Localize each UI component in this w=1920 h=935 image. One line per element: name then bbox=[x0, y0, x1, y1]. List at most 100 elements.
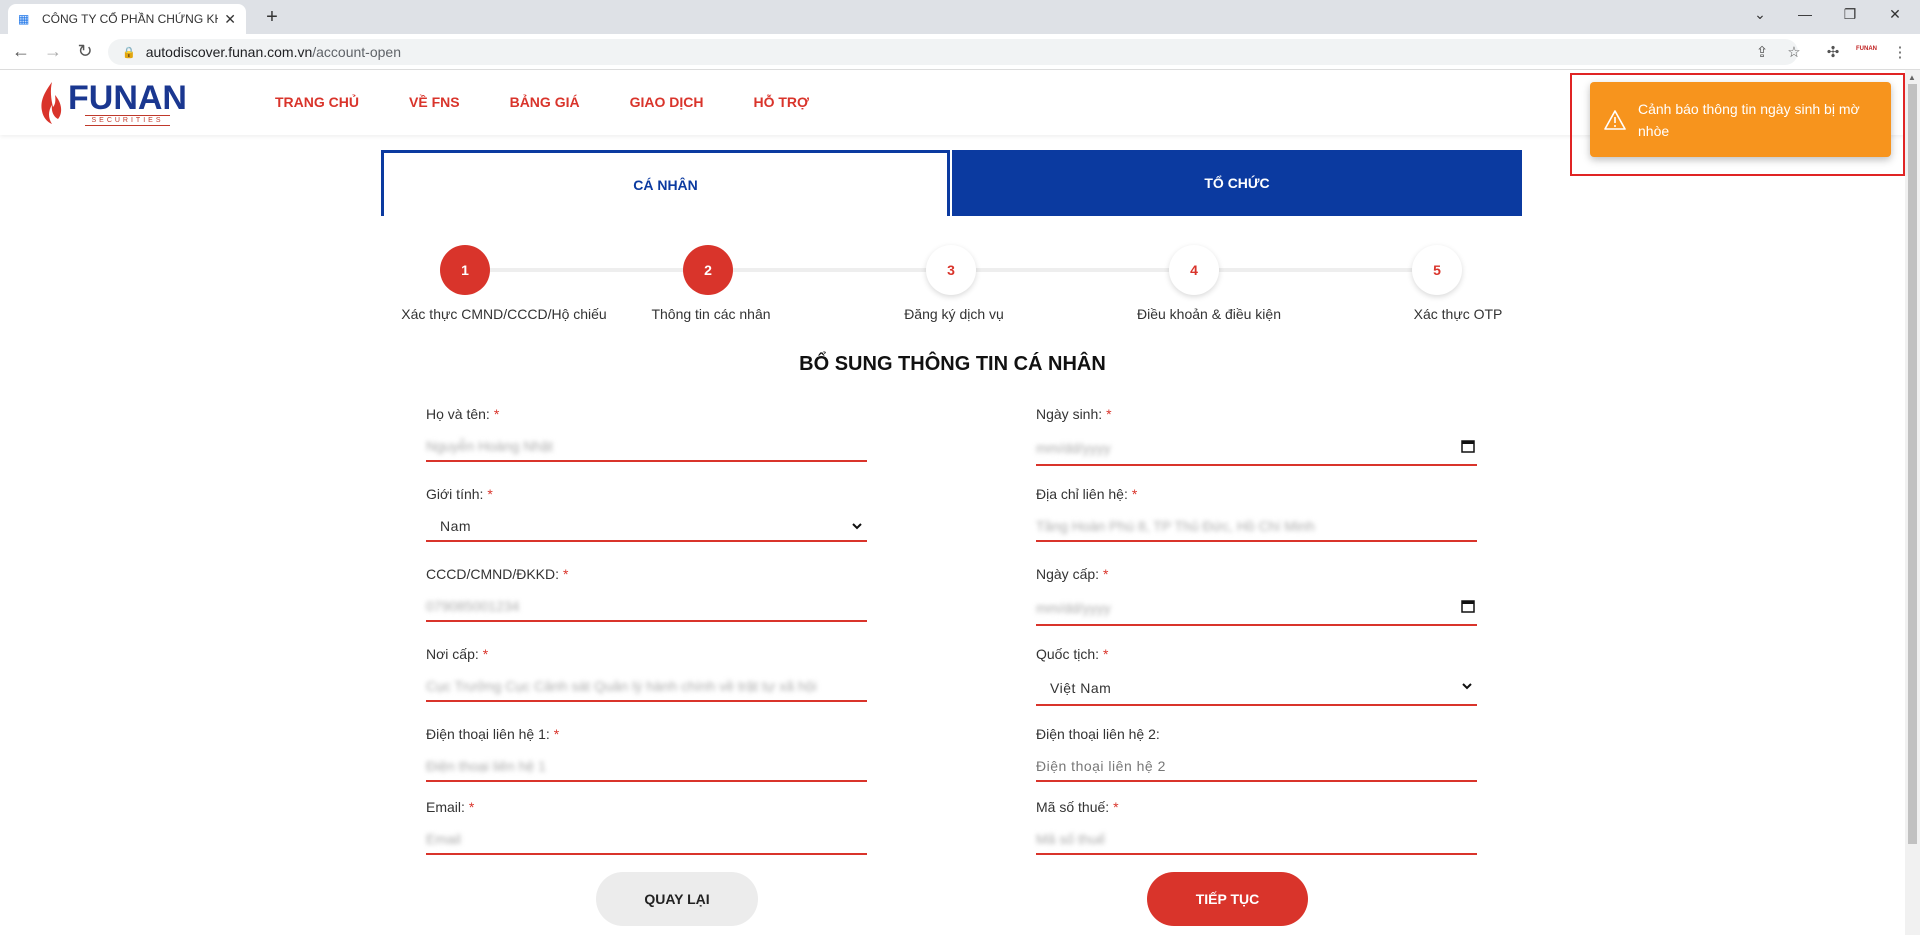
calendar-icon[interactable] bbox=[1461, 599, 1475, 613]
share-icon[interactable]: ⇪ bbox=[1752, 43, 1772, 61]
full-name-field: Họ và tên: * Nguyễn Hoàng Nhật bbox=[426, 406, 867, 462]
step-3-circle: 3 bbox=[926, 245, 976, 295]
id-number-label: CCCD/CMND/ĐKKD: bbox=[426, 566, 559, 582]
logo-name: FUNAN bbox=[68, 78, 187, 117]
tab-search-icon[interactable]: ⌄ bbox=[1750, 6, 1770, 23]
nationality-value: Việt Nam bbox=[1050, 680, 1112, 696]
dob-value: mm/dd/yyyy bbox=[1036, 440, 1111, 456]
toast-message: Cảnh báo thông tin ngày sinh bị mờ nhòe bbox=[1638, 100, 1860, 139]
form-title: BỔ SUNG THÔNG TIN CÁ NHÂN bbox=[799, 353, 1106, 375]
url-path: /account-open bbox=[312, 44, 401, 60]
menu-item-about[interactable]: VỀ FNS bbox=[409, 94, 460, 110]
required-mark: * bbox=[493, 406, 500, 422]
menu-item-trading[interactable]: GIAO DỊCH bbox=[630, 94, 704, 110]
step-connector bbox=[733, 268, 933, 272]
email-label: Email: bbox=[426, 799, 465, 815]
warning-toast[interactable]: Cảnh báo thông tin ngày sinh bị mờ nhòe bbox=[1590, 82, 1891, 157]
flame-logo-icon bbox=[41, 82, 62, 124]
forward-icon[interactable]: → bbox=[42, 41, 64, 62]
back-button[interactable]: QUAY LẠI bbox=[596, 872, 758, 926]
back-icon[interactable]: ← bbox=[10, 41, 32, 62]
funan-extension-icon[interactable]: FUNAN bbox=[1856, 46, 1877, 52]
reload-icon[interactable]: ↻ bbox=[74, 41, 96, 62]
address-label: Địa chỉ liên hệ: bbox=[1036, 486, 1128, 502]
id-number-input[interactable]: 079085001234 bbox=[426, 592, 867, 622]
bookmark-star-icon[interactable]: ☆ bbox=[1784, 43, 1804, 61]
email-value: Email bbox=[426, 831, 462, 847]
required-mark: * bbox=[1106, 406, 1112, 422]
required-mark: * bbox=[487, 486, 493, 502]
tab-organization[interactable]: TỔ CHỨC bbox=[952, 150, 1522, 216]
nationality-label: Quốc tịch: bbox=[1036, 646, 1100, 662]
menu-item-price-board[interactable]: BẢNG GIÁ bbox=[510, 94, 580, 110]
step-2-circle: 2 bbox=[683, 245, 733, 295]
main-menu: TRANG CHỦ VỀ FNS BẢNG GIÁ GIAO DỊCH HỖ T… bbox=[275, 94, 859, 110]
step-4-circle: 4 bbox=[1169, 245, 1219, 295]
full-name-label: Họ và tên: bbox=[426, 406, 490, 422]
issue-date-value: mm/dd/yyyy bbox=[1036, 600, 1111, 616]
dob-input[interactable]: mm/dd/yyyy bbox=[1036, 432, 1477, 466]
tab-close-icon[interactable]: ✕ bbox=[224, 11, 236, 28]
funan-logo[interactable]: FUNAN SECURITIES bbox=[38, 80, 187, 126]
full-name-value: Nguyễn Hoàng Nhật bbox=[426, 438, 553, 454]
full-name-input[interactable]: Nguyễn Hoàng Nhật bbox=[426, 432, 867, 462]
minimize-icon[interactable]: — bbox=[1795, 6, 1815, 22]
dob-field: Ngày sinh: * mm/dd/yyyy bbox=[1036, 406, 1477, 466]
browser-menu-icon[interactable]: ⋮ bbox=[1890, 43, 1910, 61]
site-favicon-icon: ▦ bbox=[18, 12, 30, 26]
address-input[interactable]: Tầng Hoàn Phú 8, TP Thủ Đức, Hồ Chí Minh bbox=[1036, 512, 1477, 542]
step-5-circle: 5 bbox=[1412, 245, 1462, 295]
browser-tab[interactable]: ▦ CÔNG TY CỔ PHẦN CHỨNG KHO ✕ bbox=[8, 4, 246, 34]
scroll-up-icon[interactable]: ▲ bbox=[1908, 73, 1916, 82]
scrollbar-thumb[interactable] bbox=[1908, 84, 1917, 844]
required-mark: * bbox=[468, 799, 475, 815]
tax-code-input[interactable]: Mã số thuế bbox=[1036, 825, 1477, 855]
required-mark: * bbox=[482, 646, 489, 662]
menu-item-home[interactable]: TRANG CHỦ bbox=[275, 94, 359, 110]
step-2-label: Thông tin các nhân bbox=[651, 306, 771, 322]
nationality-field: Quốc tịch: * Việt Nam bbox=[1036, 646, 1477, 706]
required-mark: * bbox=[1103, 566, 1109, 582]
email-input[interactable]: Email bbox=[426, 825, 867, 855]
address-bar[interactable]: 🔒 autodiscover.funan.com.vn /account-ope… bbox=[108, 39, 1798, 65]
issue-date-label: Ngày cấp: bbox=[1036, 566, 1100, 582]
phone2-input[interactable]: Điện thoại liên hệ 2 bbox=[1036, 752, 1477, 782]
tab-individual[interactable]: CÁ NHÂN bbox=[381, 150, 950, 216]
dob-label: Ngày sinh: bbox=[1036, 406, 1103, 422]
required-mark: * bbox=[1131, 486, 1138, 502]
continue-button[interactable]: TIẾP TỤC bbox=[1147, 872, 1308, 926]
address-value: Tầng Hoàn Phú 8, TP Thủ Đức, Hồ Chí Minh bbox=[1036, 518, 1315, 534]
browser-toolbar: ← → ↻ 🔒 autodiscover.funan.com.vn /accou… bbox=[0, 34, 1920, 70]
issue-date-input[interactable]: mm/dd/yyyy bbox=[1036, 592, 1477, 626]
address-field: Địa chỉ liên hệ: * Tầng Hoàn Phú 8, TP Th… bbox=[1036, 486, 1477, 542]
phone1-input[interactable]: Điện thoại liên hệ 1 bbox=[426, 752, 867, 782]
lock-icon: 🔒 bbox=[122, 46, 136, 59]
phone2-placeholder: Điện thoại liên hệ 2 bbox=[1036, 758, 1166, 774]
required-mark: * bbox=[553, 726, 560, 742]
new-tab-icon[interactable]: + bbox=[260, 6, 284, 29]
calendar-icon[interactable] bbox=[1461, 439, 1475, 453]
gender-value: Nam bbox=[440, 518, 472, 534]
tab-title: CÔNG TY CỔ PHẦN CHỨNG KHO bbox=[42, 12, 219, 26]
tax-code-value: Mã số thuế bbox=[1036, 831, 1106, 847]
restore-icon[interactable]: ❐ bbox=[1840, 6, 1860, 23]
phone2-label: Điện thoại liên hệ 2: bbox=[1036, 726, 1160, 742]
step-connector bbox=[490, 268, 690, 272]
nationality-select[interactable]: Việt Nam bbox=[1036, 672, 1477, 706]
step-5-label: Xác thực OTP bbox=[1413, 306, 1503, 322]
gender-label: Giới tính: bbox=[426, 486, 484, 502]
required-mark: * bbox=[1113, 799, 1119, 815]
id-number-field: CCCD/CMND/ĐKKD: * 079085001234 bbox=[426, 566, 867, 622]
step-1-circle: 1 bbox=[440, 245, 490, 295]
gender-select[interactable]: Nam bbox=[426, 512, 867, 542]
issue-place-input[interactable]: Cục Trưởng Cục Cảnh sát Quản lý hành chí… bbox=[426, 672, 867, 702]
menu-item-support[interactable]: HỖ TRỢ bbox=[753, 94, 809, 110]
extensions-puzzle-icon[interactable]: ✣ bbox=[1823, 43, 1843, 61]
required-mark: * bbox=[563, 566, 569, 582]
gender-field: Giới tính: * Nam bbox=[426, 486, 867, 542]
window-close-icon[interactable]: ✕ bbox=[1885, 6, 1905, 23]
tax-code-field: Mã số thuế: * Mã số thuế bbox=[1036, 799, 1477, 855]
step-3-label: Đăng ký dịch vụ bbox=[904, 306, 1004, 322]
required-mark: * bbox=[1103, 646, 1109, 662]
step-1-label: Xác thực CMND/CCCD/Hộ chiếu bbox=[401, 306, 607, 322]
